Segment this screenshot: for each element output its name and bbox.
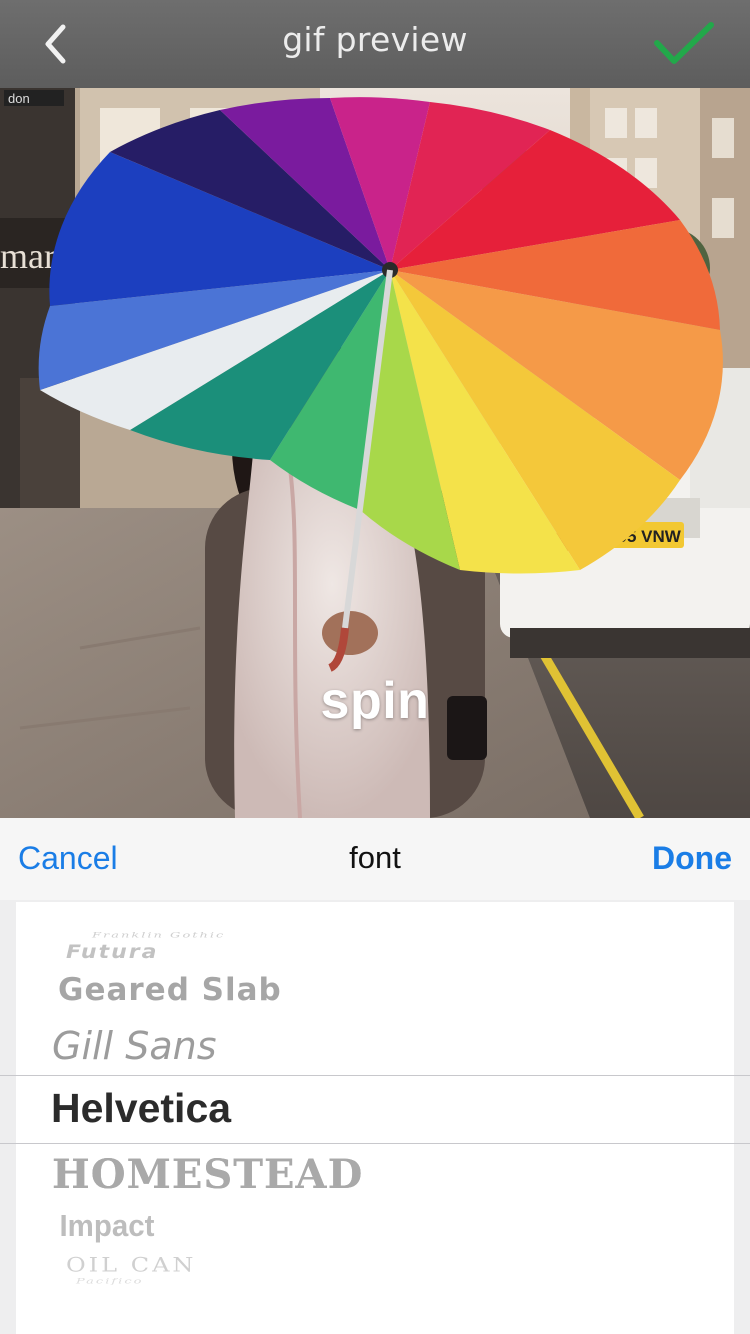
picker-title: font bbox=[349, 840, 401, 875]
selection-indicator-top bbox=[0, 1075, 750, 1076]
done-button[interactable]: Done bbox=[652, 840, 732, 877]
font-option-geared-slab[interactable]: Geared Slab bbox=[58, 972, 282, 1008]
font-option-homestead[interactable]: HOMESTEAD bbox=[52, 1151, 363, 1198]
gif-caption-text[interactable]: spin bbox=[0, 671, 750, 731]
selection-indicator-bottom bbox=[0, 1143, 750, 1144]
font-option-pacifico[interactable]: Pacifico bbox=[76, 1277, 143, 1286]
font-option-franklin-gothic[interactable]: Franklin Gothic bbox=[92, 931, 225, 939]
gif-preview-image: don martin BG05 VNW spin bbox=[0, 88, 750, 818]
storefront-sign: don bbox=[8, 91, 30, 106]
font-option-helvetica-selected[interactable]: Helvetica bbox=[51, 1085, 231, 1132]
confirm-button[interactable] bbox=[648, 14, 720, 74]
font-picker-toolbar: Cancel font Done bbox=[0, 818, 750, 900]
font-option-oil-can[interactable]: OIL CAN bbox=[66, 1254, 196, 1276]
font-option-gill-sans[interactable]: Gill Sans bbox=[52, 1024, 217, 1068]
font-option-futura[interactable]: Futura bbox=[66, 942, 158, 963]
navigation-bar: gif preview bbox=[0, 0, 750, 88]
font-option-impact[interactable]: Impact bbox=[59, 1208, 154, 1244]
checkmark-icon bbox=[654, 22, 714, 64]
page-title: gif preview bbox=[282, 20, 468, 59]
